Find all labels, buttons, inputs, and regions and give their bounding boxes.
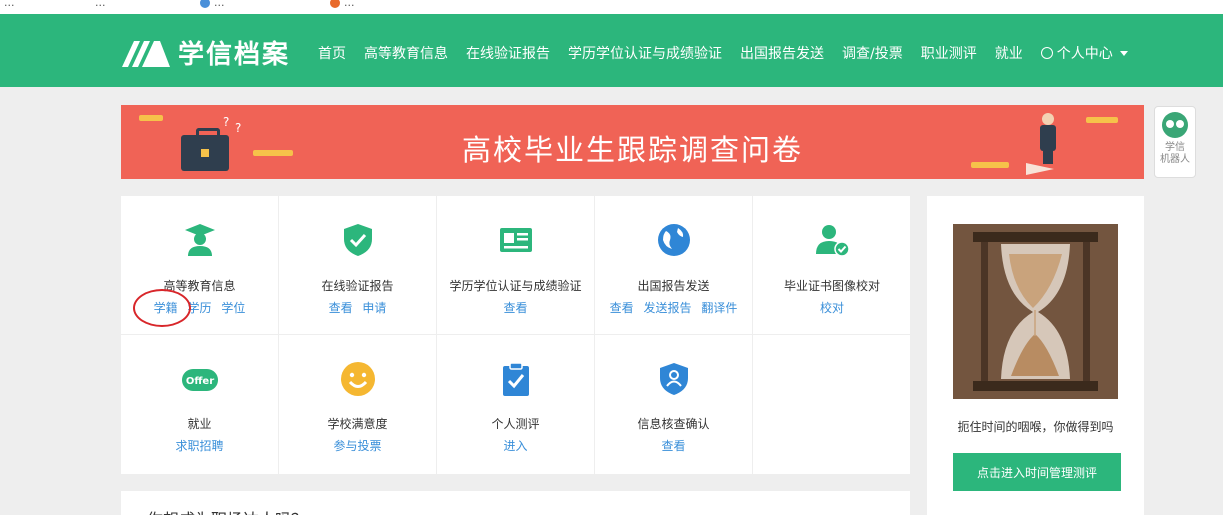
service-certification: 学历学位认证与成绩验证 查看	[437, 196, 595, 335]
career-card: 你想成为职场达人吗？... ...	[121, 491, 910, 515]
globe-icon	[658, 224, 690, 256]
service-personal-test: 个人测评 进入	[437, 335, 595, 474]
link-view[interactable]: 查看	[610, 301, 634, 315]
bookmark-label: ...	[4, 0, 15, 9]
user-menu-label: 个人中心	[1056, 46, 1113, 62]
logo-mark-icon	[122, 40, 170, 67]
service-certificate-check: 毕业证书图像校对 校对	[753, 196, 911, 335]
link-job-search[interactable]: 求职招聘	[175, 439, 223, 453]
nav-home[interactable]: 首页	[318, 43, 346, 63]
nav-higher-education[interactable]: 高等教育信息	[364, 43, 448, 63]
service-name: 出国报告发送	[637, 279, 710, 293]
link-proofread[interactable]: 校对	[820, 301, 844, 315]
link-translation[interactable]: 翻译件	[701, 301, 737, 315]
link-vote[interactable]: 参与投票	[333, 439, 381, 453]
service-online-report: 在线验证报告 查看 申请	[279, 196, 437, 335]
site-header: 学信档案 首页 高等教育信息 在线验证报告 学历学位认证与成绩验证 出国报告发送…	[0, 14, 1223, 87]
link-send-report[interactable]: 发送报告	[643, 301, 691, 315]
bookmark-item[interactable]: ...	[4, 0, 15, 9]
smiley-icon	[341, 362, 375, 396]
link-view[interactable]: 查看	[329, 301, 353, 315]
career-title: 你想成为职场达人吗？...	[147, 506, 322, 515]
bookmark-label: ...	[214, 0, 225, 9]
nav-online-report[interactable]: 在线验证报告	[466, 43, 550, 63]
services-panel: 高等教育信息 学籍 学历 学位 在线验证报告 查看 申请 学历学位认证与成绩验证…	[121, 196, 911, 474]
bookmark-label: ...	[95, 0, 106, 9]
nav-employment[interactable]: 就业	[995, 43, 1023, 63]
user-menu[interactable]: 个人中心	[1040, 43, 1128, 63]
decor-dash	[139, 115, 163, 121]
service-name: 在线验证报告	[321, 279, 394, 293]
link-enter[interactable]: 进入	[503, 439, 527, 453]
globe-icon	[200, 0, 210, 8]
robot-label-line1: 学信	[1165, 142, 1185, 153]
graduate-figure-icon	[1036, 113, 1060, 169]
clipboard-check-icon	[503, 362, 529, 396]
link-view[interactable]: 查看	[661, 439, 685, 453]
link-degree[interactable]: 学位	[221, 301, 245, 315]
service-name: 毕业证书图像校对	[783, 279, 880, 293]
shield-check-icon	[344, 224, 372, 256]
career-more-link[interactable]: ...	[793, 508, 804, 515]
bookmark-item[interactable]: ...	[200, 0, 225, 9]
assistant-robot[interactable]: 学信 机器人	[1154, 106, 1196, 178]
link-apply[interactable]: 申请	[362, 301, 386, 315]
link-diploma[interactable]: 学历	[187, 301, 211, 315]
nav-career-test[interactable]: 职业测评	[921, 43, 977, 63]
service-name: 学历学位认证与成绩验证	[449, 279, 582, 293]
nav-survey[interactable]: 调查/投票	[842, 43, 903, 63]
logo-text: 学信档案	[178, 40, 291, 70]
time-test-button[interactable]: 点击进入时间管理测评	[953, 453, 1121, 491]
service-employment: Offer 就业 求职招聘	[121, 335, 279, 474]
bookmark-item[interactable]: ...	[95, 0, 106, 9]
link-view[interactable]: 查看	[503, 301, 527, 315]
robot-label-line2: 机器人	[1160, 154, 1190, 165]
survey-banner[interactable]: ? ? 高校毕业生跟踪调查问卷	[121, 105, 1144, 179]
bookmark-label: ...	[344, 0, 355, 9]
orange-circle-icon	[330, 0, 340, 8]
service-name: 就业	[187, 417, 212, 431]
bookmark-item[interactable]: ...	[330, 0, 355, 9]
service-empty-cell	[753, 335, 911, 474]
id-card-icon	[500, 228, 532, 252]
chevron-down-icon	[1119, 50, 1128, 56]
service-name: 学校满意度	[327, 417, 388, 431]
user-icon	[1040, 47, 1053, 59]
highlight-circle	[133, 289, 191, 327]
robot-icon	[1162, 112, 1188, 138]
service-overseas-report: 出国报告发送 查看 发送报告 翻译件	[595, 196, 753, 335]
hourglass-image	[953, 224, 1118, 399]
graduate-icon	[185, 224, 215, 256]
offer-icon: Offer	[182, 369, 218, 391]
banner-title: 高校毕业生跟踪调查问卷	[461, 133, 803, 167]
decor-dash	[1086, 117, 1118, 123]
user-check-icon	[816, 225, 850, 257]
service-name: 个人测评	[491, 417, 540, 431]
service-satisfaction: 学校满意度 参与投票	[279, 335, 437, 474]
main-nav: 首页 高等教育信息 在线验证报告 学历学位认证与成绩验证 出国报告发送 调查/投…	[318, 43, 1146, 63]
nav-certification[interactable]: 学历学位认证与成绩验证	[568, 43, 722, 63]
shield-user-icon	[660, 363, 688, 395]
bookmarks-bar: ... ... ... ...	[0, 0, 1223, 14]
offer-badge-text: Offer	[186, 376, 214, 387]
time-caption: 扼住时间的咽喉，你做得到吗	[957, 420, 1114, 434]
nav-overseas-report[interactable]: 出国报告发送	[740, 43, 824, 63]
service-name: 信息核查确认	[637, 417, 710, 431]
time-management-card: 扼住时间的咽喉，你做得到吗 点击进入时间管理测评	[927, 196, 1144, 515]
site-logo[interactable]: 学信档案	[120, 34, 290, 71]
service-info-verify: 信息核查确认 查看	[595, 335, 753, 474]
service-higher-education: 高等教育信息 学籍 学历 学位	[121, 196, 279, 335]
